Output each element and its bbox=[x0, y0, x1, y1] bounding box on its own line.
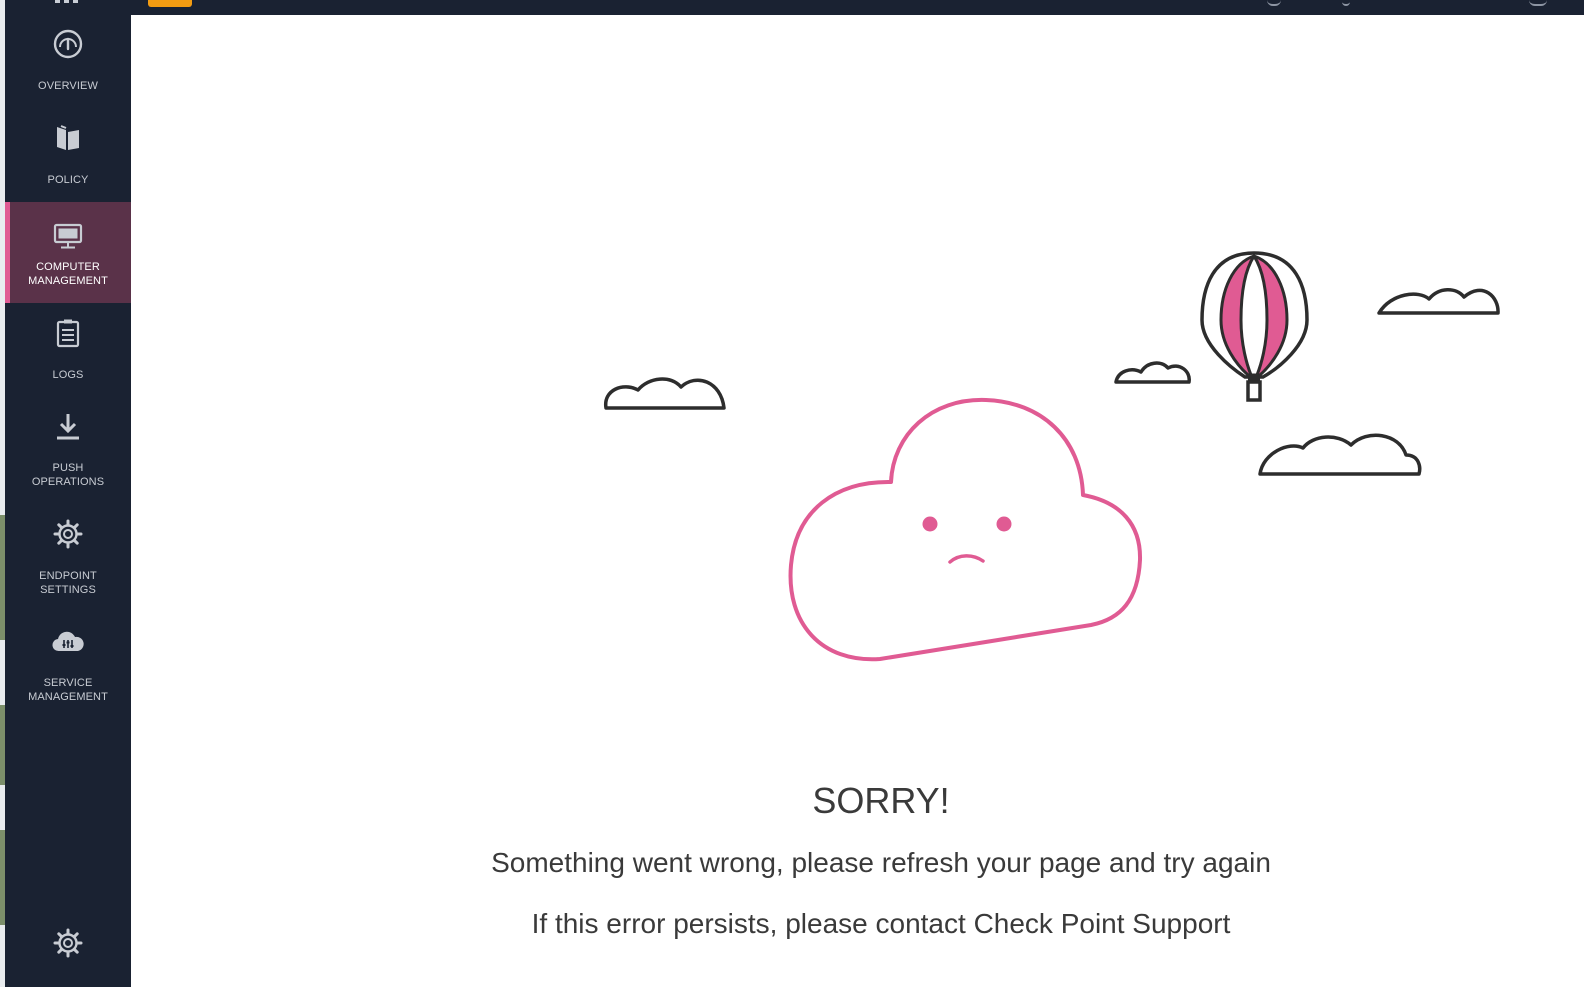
error-support-message: If this error persists, please contact C… bbox=[531, 908, 1231, 939]
monitor-icon bbox=[52, 220, 84, 252]
small-cloud-center bbox=[1114, 361, 1191, 384]
sidebar-item-overview[interactable]: OVERVIEW bbox=[5, 15, 131, 108]
sidebar-item-label: PUSH OPERATIONS bbox=[31, 462, 105, 488]
main-content: SORRY! Something went wrong, please refr… bbox=[131, 15, 1584, 987]
sidebar-item-label: POLICY bbox=[47, 174, 89, 186]
sad-cloud-icon bbox=[788, 397, 1143, 662]
sidebar-item-service-management[interactable]: SERVICE MANAGEMENT bbox=[5, 615, 131, 720]
error-message: Something went wrong, please refresh you… bbox=[491, 847, 1271, 878]
sidebar-item-label: OVERVIEW bbox=[38, 80, 98, 92]
sidebar-item-label: COMPUTER MANAGEMENT bbox=[28, 261, 108, 287]
brand-logo[interactable] bbox=[148, 0, 192, 7]
small-cloud-top-right bbox=[1377, 288, 1500, 315]
small-cloud-right bbox=[1258, 433, 1422, 476]
sidebar-item-label: ENDPOINT SETTINGS bbox=[39, 570, 97, 596]
clipboard-icon bbox=[52, 317, 84, 349]
sidebar-item-logs[interactable]: LOGS bbox=[5, 303, 131, 397]
error-illustration bbox=[604, 251, 1500, 662]
help-icon[interactable] bbox=[1267, 0, 1281, 6]
app-menu-icon[interactable] bbox=[55, 0, 81, 4]
cloud-settings-icon bbox=[52, 626, 84, 658]
sidebar-item-label: LOGS bbox=[52, 369, 84, 381]
error-title: SORRY! bbox=[812, 780, 950, 821]
user-avatar-icon[interactable] bbox=[1529, 0, 1547, 6]
notification-icon[interactable] bbox=[1342, 0, 1350, 6]
download-icon bbox=[52, 411, 84, 443]
sidebar-item-endpoint-settings[interactable]: ENDPOINT SETTINGS bbox=[5, 505, 131, 615]
book-icon bbox=[52, 122, 84, 154]
sidebar-item-push-operations[interactable]: PUSH OPERATIONS bbox=[5, 397, 131, 505]
sidebar-item-label: SERVICE MANAGEMENT bbox=[28, 677, 108, 703]
hot-air-balloon-icon bbox=[1200, 251, 1309, 402]
sidebar-item-policy[interactable]: POLICY bbox=[5, 108, 131, 202]
small-cloud-left bbox=[604, 377, 726, 410]
sidebar: OVERVIEW POLICY COMPUTER MANAGEMENT LOGS… bbox=[5, 15, 131, 987]
gear-icon bbox=[52, 518, 84, 550]
top-bar bbox=[5, 0, 1584, 15]
gauge-icon bbox=[52, 28, 84, 60]
sidebar-item-computer-management[interactable]: COMPUTER MANAGEMENT bbox=[5, 202, 131, 303]
